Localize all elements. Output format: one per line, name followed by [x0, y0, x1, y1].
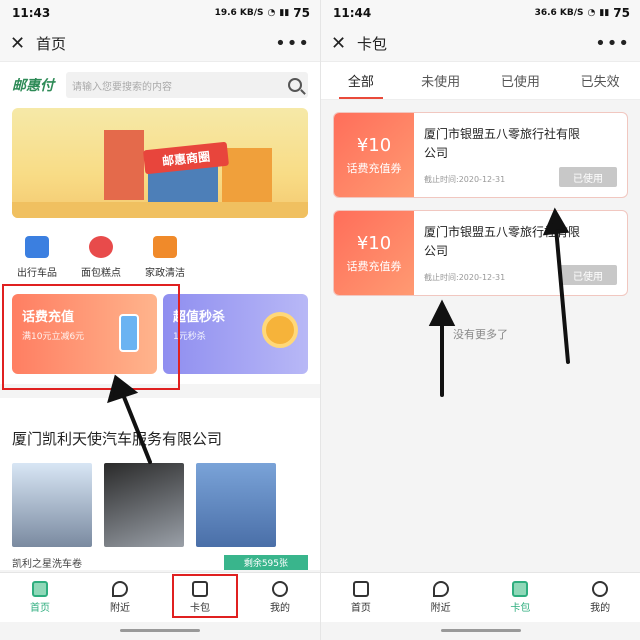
tab-mine[interactable]: 我的 — [240, 573, 320, 622]
annotation-highlight-box — [172, 574, 238, 618]
car-wash-thumbnail[interactable] — [104, 463, 184, 547]
tab-home[interactable]: 首页 — [0, 573, 80, 622]
coupon-card[interactable]: ¥10 话费充值券 厦门市银盟五八零旅行社有限公司 截止时间:2020-12-3… — [333, 210, 628, 296]
banner-ground — [12, 202, 308, 218]
coupon-kind: 话费充值券 — [346, 161, 402, 175]
coupon-merchant: 厦门市银盟五八零旅行社有限公司 — [424, 225, 581, 258]
signal-icon: ▮▮ — [599, 8, 610, 18]
status-bar: 11:43 19.6 KB/S ◔ ▮▮ 75 — [0, 0, 320, 26]
filter-tab-expired[interactable]: 已失效 — [560, 62, 640, 99]
home-icon — [352, 581, 369, 597]
coupon-expiry: 截止时间:2020-12-31 — [424, 273, 506, 282]
nav-bar: ✕ 卡包 ••• — [321, 26, 640, 62]
car-icon — [25, 236, 49, 258]
coupon-filter-tabs: 全部 未使用 已使用 已失效 — [321, 62, 640, 100]
home-indicator — [120, 629, 200, 632]
merchant-thumbnails — [12, 463, 308, 547]
alarm-clock-icon — [262, 312, 298, 348]
promo-banner[interactable]: 邮惠商圈 — [12, 108, 308, 218]
home-icon — [32, 581, 48, 597]
search-row: 邮惠付 请输入您要搜索的内容 — [0, 62, 320, 108]
no-more-text: 没有更多了 — [453, 328, 508, 341]
wallet-screen: 11:44 36.6 KB/S ◔ ▮▮ 75 ✕ 卡包 ••• 全部 未使用 … — [320, 0, 640, 640]
bottom-tab-bar: 首页 附近 卡包 我的 — [0, 572, 320, 622]
user-icon — [592, 581, 609, 597]
close-icon[interactable]: ✕ — [331, 33, 353, 54]
status-time: 11:44 — [333, 6, 372, 20]
vacuum-icon — [153, 236, 177, 258]
page-title: 卡包 — [357, 35, 388, 53]
location-icon — [432, 581, 449, 597]
search-placeholder: 请输入您要搜索的内容 — [72, 81, 172, 93]
tab-nearby[interactable]: 附近 — [401, 573, 481, 622]
merchant-title: 厦门凯利天使汽车服务有限公司 — [12, 430, 223, 448]
location-icon — [112, 581, 128, 597]
category-bakery[interactable]: 面包糕点 — [76, 236, 126, 288]
wifi-icon: ◔ — [267, 8, 276, 18]
home-screen: 11:43 19.6 KB/S ◔ ▮▮ 75 ✕ 首页 ••• 邮惠付 请输入… — [0, 0, 320, 640]
category-icons: 出行车品 面包糕点 家政清洁 — [0, 226, 320, 288]
merchant-section: 厦门凯利天使汽车服务有限公司 凯利之星洗车卷 剩余595张 — [0, 398, 320, 570]
network-speed: 36.6 KB/S — [534, 8, 584, 18]
annotation-highlight-box — [2, 284, 180, 390]
page-title: 首页 — [36, 35, 67, 53]
filter-tab-unused[interactable]: 未使用 — [401, 62, 481, 99]
coupon-merchant: 厦门市银盟五八零旅行社有限公司 — [424, 127, 581, 160]
coupon-status-button[interactable]: 已使用 — [559, 167, 617, 187]
network-speed: 19.6 KB/S — [214, 8, 264, 18]
status-bar: 11:44 36.6 KB/S ◔ ▮▮ 75 — [321, 0, 640, 26]
seckill-promo-card[interactable]: 超值秒杀 1元秒杀 — [163, 294, 308, 374]
wifi-icon: ◔ — [587, 8, 596, 18]
tab-nearby[interactable]: 附近 — [80, 573, 160, 622]
coupon-amount: ¥10 — [356, 232, 392, 254]
coupon-kind: 话费充值券 — [346, 259, 402, 273]
close-icon[interactable]: ✕ — [10, 33, 32, 54]
user-icon — [272, 581, 288, 597]
filter-tab-all[interactable]: 全部 — [321, 62, 401, 99]
status-time: 11:43 — [12, 6, 51, 20]
coupon-amount: ¥10 — [356, 134, 392, 156]
search-input[interactable]: 请输入您要搜索的内容 — [66, 72, 308, 98]
battery-level: 75 — [293, 6, 310, 20]
banner-building — [104, 130, 144, 200]
filter-tab-used[interactable]: 已使用 — [481, 62, 561, 99]
tab-mine[interactable]: 我的 — [560, 573, 640, 622]
bottom-tab-bar: 首页 附近 卡包 我的 — [321, 572, 640, 622]
app-logo: 邮惠付 — [12, 78, 54, 94]
banner-building — [222, 148, 272, 208]
tab-home[interactable]: 首页 — [321, 573, 401, 622]
cake-icon — [89, 236, 113, 258]
coupon-card[interactable]: ¥10 话费充值券 厦门市银盟五八零旅行社有限公司 截止时间:2020-12-3… — [333, 112, 628, 198]
more-icon[interactable]: ••• — [275, 33, 310, 54]
tab-wallet[interactable]: 卡包 — [481, 573, 561, 622]
search-icon[interactable] — [288, 78, 302, 92]
nav-bar: ✕ 首页 ••• — [0, 26, 320, 62]
shop-tag: 凯利之星洗车卷 — [12, 559, 82, 570]
stock-badge: 剩余595张 — [223, 555, 308, 570]
car-thumbnail[interactable] — [12, 463, 92, 547]
home-indicator — [441, 629, 521, 632]
category-cleaning[interactable]: 家政清洁 — [140, 236, 190, 288]
coupon-status-button[interactable]: 已使用 — [559, 265, 617, 285]
signal-icon: ▮▮ — [279, 8, 290, 18]
battery-level: 75 — [613, 6, 630, 20]
wallet-icon — [512, 581, 529, 597]
towel-thumbnail[interactable] — [196, 463, 276, 547]
coupon-expiry: 截止时间:2020-12-31 — [424, 175, 506, 184]
more-icon[interactable]: ••• — [595, 33, 630, 54]
category-travel[interactable]: 出行车品 — [12, 236, 62, 288]
